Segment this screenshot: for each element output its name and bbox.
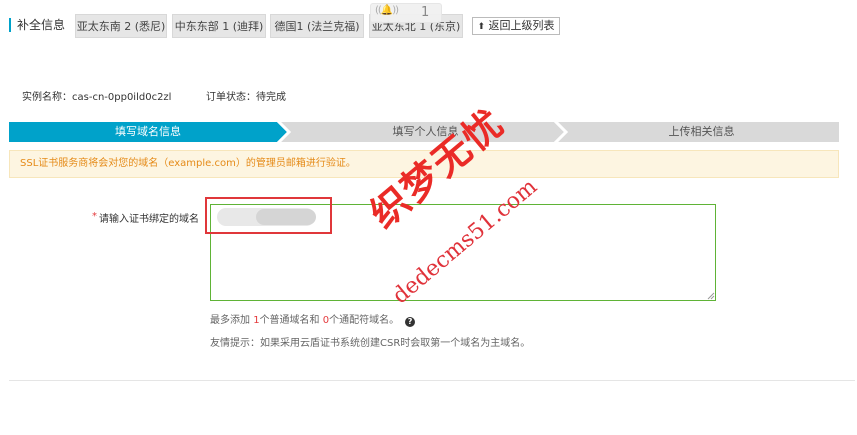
tab-region-frankfurt[interactable]: 德国1 (法兰克福): [270, 14, 364, 38]
status-label: 订单状态：: [206, 92, 256, 103]
instance-info: 实例名称：cas-cn-0pp0ild0c2zl: [22, 88, 171, 103]
step-fill-domain: 填写域名信息: [115, 125, 181, 138]
tab-region-dubai[interactable]: 中东东部 1 (迪拜): [172, 14, 266, 38]
hint-suffix: 个通配符域名。: [329, 315, 400, 326]
upload-arrow-icon: ⬆: [477, 22, 486, 32]
step-upload-files: 上传相关信息: [668, 125, 735, 138]
instance-value: cas-cn-0pp0ild0c2zl: [72, 92, 172, 103]
page-title: 补全信息: [17, 18, 66, 32]
tab-region-sydney[interactable]: 亚太东南 2 (悉尼): [75, 14, 167, 38]
friendly-tip: 友情提示：如果采用云盾证书系统创建CSR时会取第一个域名为主域名。: [210, 338, 531, 349]
title-accent-bar: [9, 18, 11, 32]
domain-field-label: 请输入证书绑定的域名: [99, 214, 199, 225]
bell-icon: ((🔔)): [375, 5, 399, 16]
notification-chip[interactable]: ((🔔)) 1: [370, 3, 442, 23]
highlight-box: [205, 197, 332, 234]
back-button-label: 返回上级列表: [488, 19, 555, 32]
hint-prefix: 最多添加: [210, 315, 254, 326]
back-to-list-button[interactable]: ⬆ 返回上级列表: [472, 17, 560, 35]
hint-mid: 个普通域名和: [259, 315, 323, 326]
instance-label: 实例名称：: [22, 92, 72, 103]
domain-limit-hint: 最多添加 1个普通域名和 0个通配符域名。?: [210, 311, 416, 327]
order-status: 订单状态：待完成: [206, 88, 286, 103]
required-mark: *: [92, 211, 97, 222]
section-divider: [9, 380, 855, 381]
help-icon[interactable]: ?: [405, 317, 416, 327]
resize-handle-icon[interactable]: [707, 292, 715, 300]
notification-count: 1: [421, 5, 430, 20]
status-value: 待完成: [256, 92, 286, 103]
